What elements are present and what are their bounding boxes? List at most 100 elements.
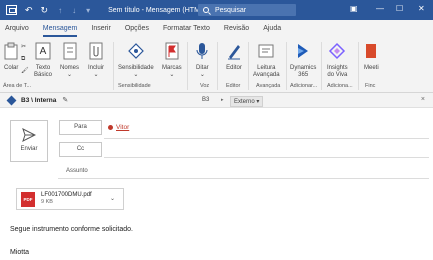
subject-label: Assunto	[66, 168, 88, 174]
cc-field[interactable]	[104, 157, 429, 158]
tab-mensagem[interactable]: Mensagem	[42, 25, 77, 37]
close-icon[interactable]: ✕	[418, 4, 425, 13]
paste-label: Colar	[4, 65, 19, 71]
editor-label: Editor	[226, 65, 242, 71]
editor-pen-icon	[228, 45, 240, 60]
svg-text:A: A	[40, 46, 47, 57]
save-icon[interactable]	[6, 5, 17, 15]
names-button[interactable]: Nomes ⌄	[60, 42, 79, 79]
tab-inserir[interactable]: Inserir	[91, 25, 110, 34]
customize-toolbar-icon[interactable]: ▾	[86, 6, 90, 15]
external-dropdown[interactable]: Externo ▾	[230, 96, 264, 107]
dictate-button[interactable]: Ditar ⌄	[196, 42, 209, 79]
tab-arquivo[interactable]: Arquivo	[5, 25, 29, 34]
tags-label: Marcas	[162, 65, 182, 71]
format-painter-icon[interactable]: 🖌	[21, 68, 29, 75]
basic-text-label: Texto	[35, 65, 51, 71]
group-label-editor: Editor	[226, 83, 241, 89]
send-button[interactable]: Enviar	[10, 120, 48, 162]
paste-button[interactable]: Colar	[4, 42, 18, 72]
dynamics-365-icon	[298, 44, 309, 58]
arrow-up-icon[interactable]: ↑	[58, 6, 62, 15]
maximize-icon[interactable]: ☐	[396, 4, 403, 13]
message-body-line-1[interactable]: Segue instrumento conforme solicitado.	[10, 226, 133, 233]
chevron-down-icon[interactable]: ⌄	[110, 195, 115, 202]
tab-formatar-texto[interactable]: Formatar Texto	[163, 25, 210, 34]
names-dropdown-icon: ⌄	[66, 72, 73, 78]
ribbon-divider	[286, 42, 287, 90]
group-label-clipboard: Área de T...	[3, 83, 32, 89]
sensitivity-current-label: B3 \ Interna	[21, 96, 57, 104]
include-dropdown-icon: ⌄	[93, 72, 99, 78]
viva-insights-icon	[329, 42, 346, 60]
undo-icon[interactable]: ↶	[25, 5, 33, 15]
names-label: Nomes	[60, 65, 80, 71]
cc-button[interactable]: Cc	[59, 142, 102, 157]
immersive-reader-button[interactable]: Leitura Avançada	[253, 42, 280, 79]
meeting-button[interactable]: Meeti	[364, 42, 379, 72]
to-field-underline	[104, 138, 429, 139]
ribbon-divider	[113, 42, 114, 90]
cut-icon[interactable]: ✂	[21, 44, 26, 51]
tab-revisao[interactable]: Revisão	[224, 25, 249, 34]
window-title: Sem título - Mensagem (HTML)	[108, 6, 207, 14]
immersive-reader-label-2: Avançada	[253, 72, 280, 78]
immersive-reader-label: Leitura	[257, 65, 276, 71]
ribbon-divider	[217, 42, 218, 90]
menu-tabs: Arquivo Mensagem Inserir Opções Formatar…	[0, 20, 433, 38]
chevron-right-icon: ▸	[221, 97, 224, 103]
sensitivity-bar: B3 \ Interna ✎ B3 ▸ Externo ▾ ×	[0, 93, 433, 108]
search-box[interactable]: Pesquisar	[198, 4, 296, 16]
dynamics-365-button[interactable]: Dynamics 365	[290, 42, 316, 79]
pdf-file-icon: PDF	[21, 191, 35, 207]
ribbon-display-icon[interactable]: ▣	[350, 4, 358, 13]
group-label-advanced: Avançada	[256, 83, 281, 89]
viva-insights-button[interactable]: Insights do Viva	[327, 42, 348, 79]
dynamics-365-label-2: 365	[298, 72, 309, 78]
tags-button[interactable]: Marcas ⌄	[162, 42, 182, 79]
tags-dropdown-icon: ⌄	[169, 72, 175, 78]
to-recipient-name: Vitor	[116, 124, 130, 131]
basic-text-label-2: Básico	[34, 72, 53, 78]
edit-pencil-icon[interactable]: ✎	[62, 96, 68, 104]
group-label-sensitivity: Sensibilidade	[118, 83, 151, 89]
ribbon: Colar ✂ ⧉ 🖌 A Texto Básico Nomes ⌄ Inclu…	[0, 38, 433, 93]
group-label-finc: Finc	[365, 83, 376, 89]
send-icon	[22, 128, 37, 142]
sensitivity-label: Sensibilidade	[118, 65, 154, 71]
text-format-icon: A	[35, 42, 51, 60]
ribbon-divider	[358, 42, 359, 90]
viva-insights-label: Insights	[327, 65, 348, 71]
copy-icon[interactable]: ⧉	[21, 56, 25, 63]
external-label: Externo	[234, 99, 255, 105]
attachment-size: 9 KB	[41, 199, 53, 205]
tab-ajuda[interactable]: Ajuda	[263, 25, 281, 34]
send-label: Enviar	[20, 146, 38, 152]
include-button[interactable]: Incluir ⌄	[88, 42, 104, 79]
arrow-down-icon[interactable]: ↓	[72, 6, 76, 15]
sensitivity-code[interactable]: B3	[202, 97, 209, 103]
to-recipient[interactable]: Vitor	[108, 124, 129, 131]
group-label-add: Adicionar...	[290, 83, 318, 89]
attachment-card[interactable]: PDF LF001700DMU.pdf 9 KB ⌄	[16, 188, 124, 210]
address-book-icon	[63, 42, 76, 60]
to-button[interactable]: Para	[59, 120, 102, 135]
attachment-name: LF001700DMU.pdf	[41, 192, 92, 198]
ribbon-divider	[321, 42, 322, 90]
flag-icon	[165, 42, 179, 60]
message-signature[interactable]: Miotta	[10, 249, 29, 256]
basic-text-button[interactable]: A Texto Básico	[34, 42, 52, 79]
meeting-icon	[366, 44, 377, 58]
sensitivity-button[interactable]: Sensibilidade ⌄	[118, 42, 154, 79]
subject-field[interactable]	[58, 178, 429, 179]
sensitivity-label-icon	[127, 43, 144, 59]
minimize-icon[interactable]: —	[376, 4, 384, 13]
tab-opcoes[interactable]: Opções	[125, 25, 149, 34]
editor-button[interactable]: Editor	[226, 42, 242, 72]
close-bar-icon[interactable]: ×	[421, 96, 425, 103]
title-bar: ↶ ↻ ↑ ↓ ▾ Sem título - Mensagem (HTML) P…	[0, 0, 433, 20]
sensitivity-dropdown-icon: ⌄	[133, 72, 139, 78]
redo-icon[interactable]: ↻	[41, 5, 49, 15]
include-label: Incluir	[88, 65, 105, 71]
paperclip-icon	[89, 42, 103, 60]
